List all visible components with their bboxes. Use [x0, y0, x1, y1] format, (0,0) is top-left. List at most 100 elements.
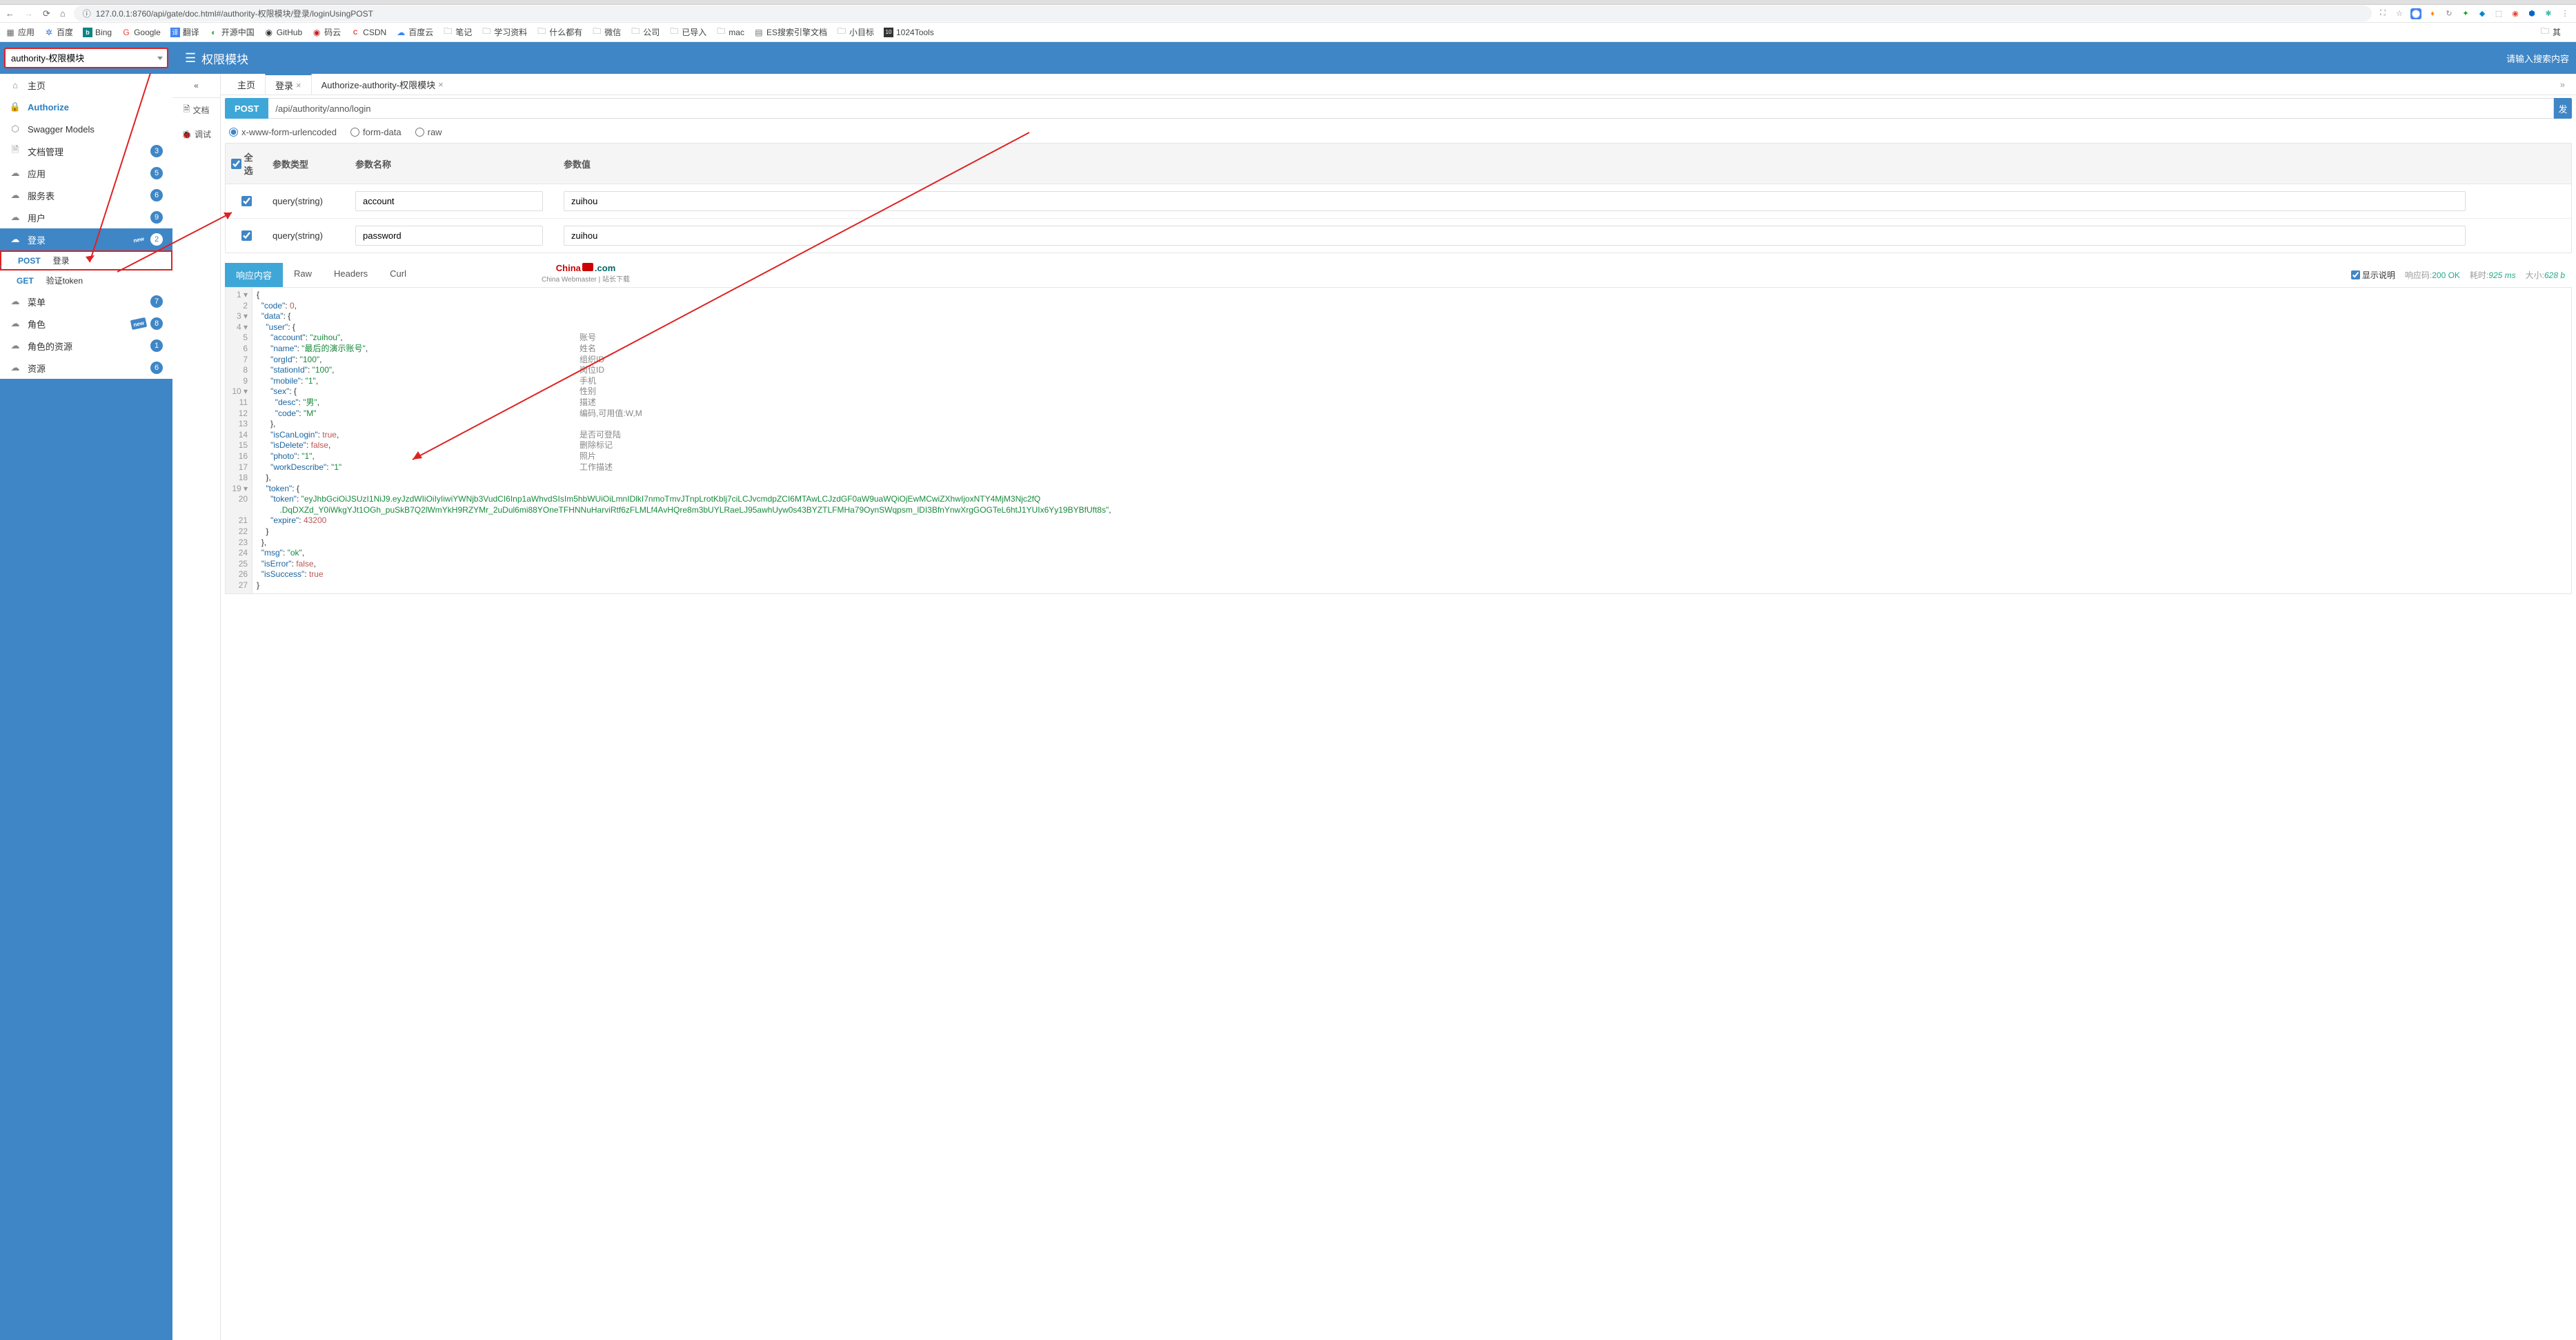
sidebar-sub-login-get[interactable]: GET验证token: [0, 270, 172, 290]
bm-trans[interactable]: 译翻译: [170, 26, 199, 38]
radio-form[interactable]: form-data: [350, 127, 402, 137]
tab-home[interactable]: 主页: [228, 74, 265, 95]
ext-icon[interactable]: ✱: [2543, 8, 2554, 19]
method-label: POST: [18, 256, 41, 266]
tabs-more-icon[interactable]: »: [2556, 79, 2569, 90]
bug-icon: 🐞: [181, 130, 192, 139]
nav-back-icon[interactable]: ←: [6, 8, 14, 19]
sidebar-item-login[interactable]: ☁登录new2: [0, 228, 172, 250]
param-name-input[interactable]: [355, 226, 543, 246]
bm-google[interactable]: GGoogle: [121, 28, 161, 37]
ext-icon[interactable]: ⋮: [2559, 8, 2570, 19]
close-icon[interactable]: ×: [438, 79, 444, 90]
bm-gitee[interactable]: ◉码云: [312, 26, 341, 38]
bm-csdn[interactable]: CCSDN: [350, 28, 386, 37]
request-url[interactable]: /api/authority/anno/login: [268, 98, 2554, 119]
ext-icon[interactable]: ◉: [2510, 8, 2521, 19]
send-button[interactable]: 发: [2554, 98, 2572, 119]
tab-login[interactable]: 登录×: [265, 74, 312, 95]
sidebar-item-service[interactable]: ☁服务表6: [0, 184, 172, 206]
bm-es[interactable]: ▤ES搜索引擎文档: [754, 26, 827, 38]
bm-goal[interactable]: 🗀小目标: [837, 26, 874, 38]
menu-toggle-icon[interactable]: ☰: [185, 51, 196, 66]
bm-bdcloud[interactable]: ☁百度云: [396, 26, 433, 38]
param-value-input[interactable]: [564, 226, 2466, 246]
badge: 8: [150, 317, 163, 330]
sidebar-sub-login-post[interactable]: POST 登录: [0, 250, 172, 270]
ext-icon[interactable]: ♦: [2427, 8, 2438, 19]
bm-baidu[interactable]: ✲百度: [44, 26, 73, 38]
bm-wechat[interactable]: 🗀微信: [592, 26, 621, 38]
bm-apps[interactable]: ▦应用: [6, 26, 34, 38]
sidebar-item-user[interactable]: ☁用户9: [0, 206, 172, 228]
ext-icon[interactable]: ⬚: [2493, 8, 2504, 19]
badge: 7: [150, 295, 163, 308]
bm-stuff[interactable]: 🗀什么都有: [537, 26, 582, 38]
extension-icons: ⛶ ☆ ⬤ ♦ ↻ ✦ ◆ ⬚ ◉ ⬢ ✱ ⋮: [2377, 8, 2570, 19]
resp-tab-curl[interactable]: Curl: [379, 263, 417, 287]
ext-icon[interactable]: ✦: [2460, 8, 2471, 19]
row-checkbox[interactable]: [241, 196, 252, 206]
sidebar-item-home[interactable]: ⌂主页: [0, 74, 172, 96]
sidebar-item-swagger[interactable]: ⬡Swagger Models: [0, 118, 172, 140]
radio-xwww[interactable]: x-www-form-urlencoded: [229, 127, 337, 137]
bm-notes[interactable]: 🗀笔记: [443, 26, 472, 38]
home-icon: ⌂: [10, 80, 21, 90]
col-name: 参数名称: [350, 144, 558, 184]
badge: 6: [150, 189, 163, 201]
bm-other[interactable]: 🗀其: [2540, 26, 2561, 38]
close-icon[interactable]: ×: [296, 80, 301, 90]
param-value-input[interactable]: [564, 191, 2466, 211]
ext-icon[interactable]: ↻: [2444, 8, 2455, 19]
sidebar-header: authority-权限模块: [0, 42, 172, 74]
nav-home-icon[interactable]: ⌂: [60, 8, 66, 19]
bm-github[interactable]: ◉GitHub: [264, 28, 302, 37]
tab-authorize[interactable]: Authorize-authority-权限模块×: [312, 74, 453, 95]
sidebar-item-doc[interactable]: 🗎文档管理3: [0, 140, 172, 162]
bm-mac[interactable]: 🗀mac: [716, 28, 744, 37]
bm-company[interactable]: 🗀公司: [631, 26, 660, 38]
nav-reload-icon[interactable]: ⟳: [43, 8, 50, 19]
resp-tab-headers[interactable]: Headers: [323, 263, 379, 287]
ext-icon[interactable]: ⛶: [2377, 8, 2388, 19]
nav-fwd-icon[interactable]: →: [24, 8, 33, 19]
new-tag: new: [130, 233, 147, 246]
doc-tab[interactable]: 🗎文档: [172, 98, 220, 122]
sidebar: authority-权限模块 ⌂主页 🔒Authorize ⬡Swagger M…: [0, 42, 172, 1340]
bm-imported[interactable]: 🗀已导入: [669, 26, 706, 38]
sidebar-item-roleres[interactable]: ☁角色的资源1: [0, 335, 172, 357]
bm-oschina[interactable]: ◐开源中国: [209, 26, 255, 38]
star-icon[interactable]: ☆: [2394, 8, 2405, 19]
sidebar-item-res[interactable]: ☁资源6: [0, 357, 172, 379]
sidebar-item-app[interactable]: ☁应用5: [0, 162, 172, 184]
table-row: query(string): [226, 219, 2571, 253]
watermark: China.com China Webmaster | 站长下载: [542, 263, 630, 287]
bm-study[interactable]: 🗀学习资料: [482, 26, 527, 38]
module-selector[interactable]: authority-权限模块: [4, 48, 168, 68]
resp-tab-body[interactable]: 响应内容: [225, 263, 283, 287]
sidebar-item-authorize[interactable]: 🔒Authorize: [0, 96, 172, 118]
resp-tab-raw[interactable]: Raw: [283, 263, 323, 287]
debug-tab[interactable]: 🐞调试: [172, 122, 220, 146]
bm-bing[interactable]: bBing: [83, 28, 112, 37]
ext-icon[interactable]: ⬢: [2526, 8, 2537, 19]
row-checkbox[interactable]: [241, 230, 252, 241]
response-body: 1 ▾ 2 3 ▾ 4 ▾ 5 6 7 8 9 10 ▾ 11 12 13 14…: [225, 288, 2572, 594]
cloud-icon: ☁: [10, 234, 21, 245]
json-code[interactable]: { "code": 0, "data": { "user": { "accoun…: [252, 288, 2571, 593]
ext-icon[interactable]: ◆: [2477, 8, 2488, 19]
params-table: 全选 参数类型 参数名称 参数值 query(string): [225, 143, 2572, 253]
sidebar-item-role[interactable]: ☁角色new8: [0, 313, 172, 335]
annotations: 账号 姓名 组织ID 岗位ID 手机 性别 描述 编码,可用值:W,M 是否可登…: [579, 290, 642, 473]
radio-raw[interactable]: raw: [415, 127, 442, 137]
show-desc-checkbox[interactable]: 显示说明: [2351, 269, 2395, 281]
ext-icon[interactable]: ⬤: [2410, 8, 2421, 19]
sidebar-item-menu[interactable]: ☁菜单7: [0, 290, 172, 313]
bm-tools[interactable]: 101024Tools: [884, 28, 934, 37]
param-name-input[interactable]: [355, 191, 543, 211]
url-input[interactable]: ⓘ 127.0.0.1:8760/api/gate/doc.html#/auth…: [74, 6, 2372, 21]
api-label: 登录: [53, 255, 70, 266]
select-all-checkbox[interactable]: [231, 159, 241, 169]
collapse-icon[interactable]: «: [172, 74, 220, 98]
search-placeholder[interactable]: 请输入搜索内容: [2506, 52, 2569, 65]
